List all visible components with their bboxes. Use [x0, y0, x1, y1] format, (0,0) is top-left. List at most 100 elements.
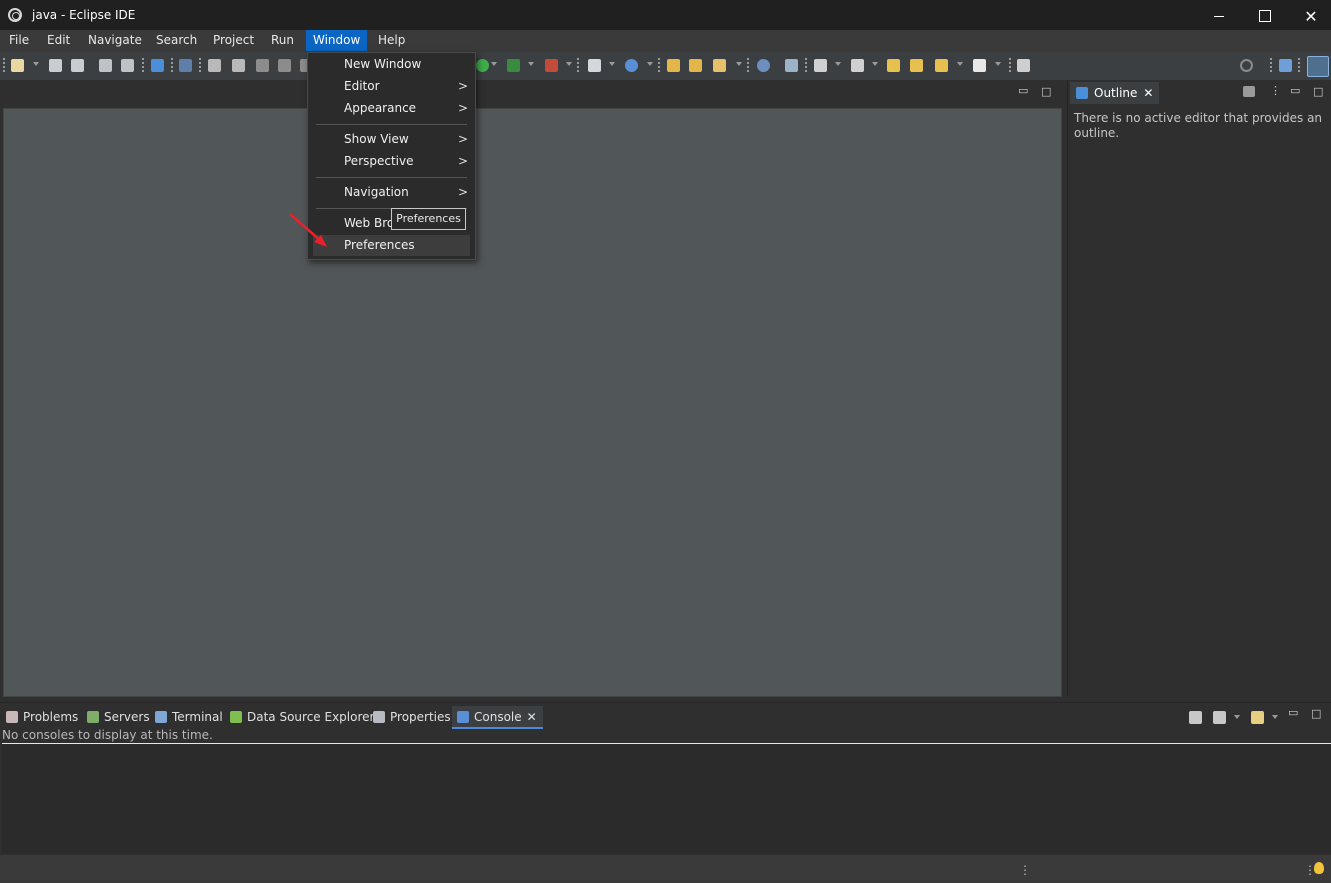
- servers-icon: [87, 710, 99, 723]
- forward-icon[interactable]: [973, 59, 986, 72]
- next-edit-location-icon[interactable]: [910, 59, 923, 72]
- menu-item-preferences[interactable]: Preferences: [313, 235, 470, 256]
- status-grip-icon[interactable]: ⋮: [1019, 863, 1031, 877]
- menu-item-new-window[interactable]: New Window: [313, 54, 470, 75]
- menu-separator: [316, 177, 467, 178]
- run-icon[interactable]: [476, 59, 489, 72]
- menu-edit[interactable]: Edit: [40, 30, 77, 51]
- resume-icon[interactable]: [208, 59, 221, 72]
- tab-problems-label: Problems: [23, 709, 79, 724]
- toolbar-separator: [171, 58, 173, 74]
- menu-item-show-view[interactable]: Show View >: [313, 129, 470, 150]
- maximize-outline-icon[interactable]: □: [1313, 85, 1323, 98]
- minimize-console-icon[interactable]: ▭: [1288, 706, 1298, 719]
- back-icon[interactable]: [935, 59, 948, 72]
- minimize-icon: [1214, 15, 1224, 17]
- minimize-editor-icon[interactable]: ▭: [1018, 84, 1028, 97]
- open-task-icon[interactable]: [689, 59, 702, 72]
- debug-icon[interactable]: [507, 59, 520, 72]
- new-console-icon[interactable]: [1251, 711, 1264, 724]
- new-class-dropdown-icon[interactable]: [647, 62, 653, 66]
- tab-console[interactable]: Console ✕: [452, 706, 543, 729]
- chevron-right-icon: >: [458, 154, 469, 168]
- menu-project[interactable]: Project: [206, 30, 261, 51]
- annotation-dropdown-icon[interactable]: [835, 62, 841, 66]
- outline-empty-message: There is no active editor that provides …: [1074, 111, 1323, 140]
- external-tools-dropdown-icon[interactable]: [566, 62, 572, 66]
- close-console-icon[interactable]: ✕: [527, 710, 537, 724]
- suspend-icon[interactable]: [232, 59, 245, 72]
- tab-properties[interactable]: Properties: [373, 706, 451, 727]
- next-annotation-icon[interactable]: [814, 59, 827, 72]
- disconnect-icon[interactable]: [278, 59, 291, 72]
- new-icon[interactable]: [11, 59, 24, 72]
- terminate-icon[interactable]: [256, 59, 269, 72]
- tab-outline[interactable]: Outline ✕: [1070, 82, 1160, 104]
- menu-navigate[interactable]: Navigate: [81, 30, 149, 51]
- menu-item-editor[interactable]: Editor >: [313, 76, 470, 97]
- problems-icon: [6, 710, 18, 723]
- menu-item-navigation[interactable]: Navigation >: [313, 182, 470, 203]
- toolbar-separator: [1009, 58, 1011, 74]
- console-body[interactable]: [2, 744, 1331, 854]
- lightbulb-icon[interactable]: [1314, 862, 1324, 874]
- display-console-icon[interactable]: [1213, 711, 1226, 724]
- display-console-dropdown-icon[interactable]: [1234, 715, 1240, 719]
- search-toolbar-icon[interactable]: [713, 59, 726, 72]
- terminal-toolbar-icon[interactable]: [151, 59, 164, 72]
- minimize-outline-icon[interactable]: ▭: [1290, 84, 1300, 97]
- tab-data-source-explorer[interactable]: Data Source Explorer: [230, 706, 374, 727]
- menu-item-appearance[interactable]: Appearance >: [313, 98, 470, 119]
- close-outline-icon[interactable]: ✕: [1143, 86, 1153, 100]
- menu-window[interactable]: Window: [306, 30, 368, 51]
- new-dropdown-icon[interactable]: [33, 62, 39, 66]
- web-service-icon[interactable]: [785, 59, 798, 72]
- preferences-tooltip: Preferences: [391, 208, 466, 230]
- tab-servers[interactable]: Servers: [87, 706, 150, 727]
- menu-help[interactable]: Help: [371, 30, 412, 51]
- search-icon[interactable]: [1240, 59, 1253, 72]
- open-console-icon[interactable]: [1189, 711, 1202, 724]
- view-menu-icon[interactable]: ⋮: [1270, 84, 1281, 97]
- new-console-dropdown-icon[interactable]: [1272, 715, 1278, 719]
- prev-annotation-icon[interactable]: [851, 59, 864, 72]
- maximize-editor-icon[interactable]: □: [1041, 85, 1051, 98]
- save-icon[interactable]: [49, 59, 62, 72]
- search-dropdown-icon[interactable]: [736, 62, 742, 66]
- menu-item-label: Editor: [344, 79, 380, 93]
- maximize-console-icon[interactable]: □: [1311, 707, 1321, 720]
- menu-file[interactable]: File: [2, 30, 36, 51]
- debug-dropdown-icon[interactable]: [528, 62, 534, 66]
- eclipse-logo-icon: [8, 8, 22, 22]
- prev-annotation-dropdown-icon[interactable]: [872, 62, 878, 66]
- web-browser-icon[interactable]: [757, 59, 770, 72]
- minimize-button[interactable]: [1196, 0, 1242, 32]
- tab-terminal[interactable]: Terminal: [155, 706, 223, 727]
- tab-problems[interactable]: Problems: [6, 706, 78, 727]
- menu-run[interactable]: Run: [264, 30, 301, 51]
- open-perspective-icon[interactable]: [1279, 59, 1292, 72]
- new-java-class-icon[interactable]: [625, 59, 638, 72]
- last-edit-location-icon[interactable]: [887, 59, 900, 72]
- open-type-icon[interactable]: [667, 59, 680, 72]
- pin-editor-icon[interactable]: [1017, 59, 1030, 72]
- menu-item-perspective[interactable]: Perspective >: [313, 151, 470, 172]
- close-button[interactable]: ✕: [1288, 0, 1331, 32]
- external-tools-icon[interactable]: [545, 59, 558, 72]
- editor-header: ▭ □: [0, 80, 1064, 108]
- redo-icon[interactable]: [121, 59, 134, 72]
- new-server-dropdown-icon[interactable]: [609, 62, 615, 66]
- skip-breakpoints-icon[interactable]: [179, 59, 192, 72]
- run-dropdown-icon[interactable]: [491, 62, 497, 66]
- toolbar-separator: [747, 58, 749, 74]
- undo-icon[interactable]: [99, 59, 112, 72]
- forward-dropdown-icon[interactable]: [995, 62, 1001, 66]
- editor-area[interactable]: [3, 108, 1062, 697]
- focus-on-active-task-icon[interactable]: [1243, 86, 1255, 97]
- back-dropdown-icon[interactable]: [957, 62, 963, 66]
- new-server-icon[interactable]: [588, 59, 601, 72]
- maximize-button[interactable]: [1242, 0, 1288, 32]
- java-ee-perspective-icon[interactable]: [1307, 56, 1329, 77]
- save-all-icon[interactable]: [71, 59, 84, 72]
- menu-search[interactable]: Search: [149, 30, 204, 51]
